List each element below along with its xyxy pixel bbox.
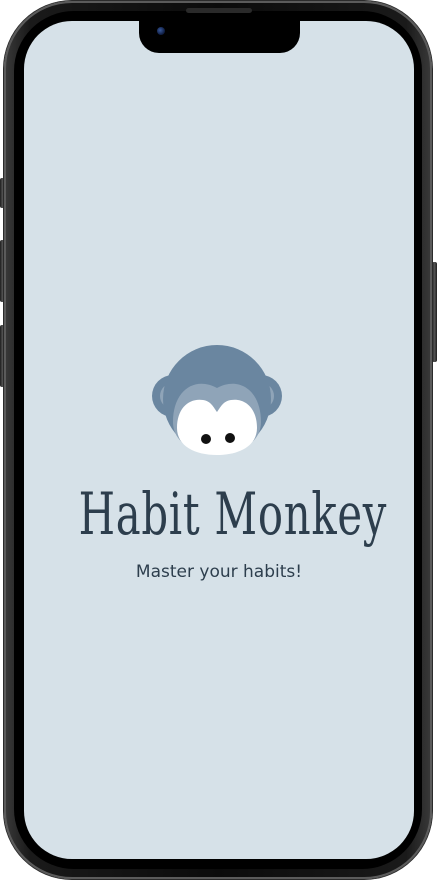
front-camera <box>157 27 165 35</box>
device-mockup: Habit Monkey Master your habits! <box>0 0 437 882</box>
power-button <box>432 262 437 362</box>
app-logo <box>151 342 283 458</box>
notch <box>139 21 300 53</box>
app-title: Habit Monkey <box>78 480 388 548</box>
app-tagline: Master your habits! <box>135 562 303 582</box>
monkey-face-icon <box>152 345 282 455</box>
earpiece-speaker <box>186 8 252 13</box>
